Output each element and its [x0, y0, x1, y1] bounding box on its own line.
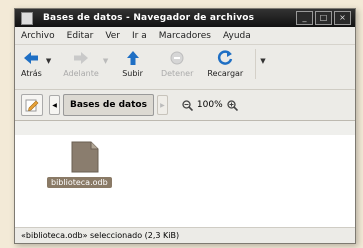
arrow-right-icon [73, 49, 89, 67]
path-right-button[interactable]: ▶ [156, 95, 168, 115]
folder-icon [21, 11, 33, 25]
menu-marcadores[interactable]: Marcadores [159, 31, 211, 41]
file-name-label[interactable]: biblioteca.odb [47, 177, 112, 188]
edit-location-button[interactable] [21, 94, 43, 116]
path-button-bases-de-datos[interactable]: Bases de datos [63, 94, 154, 116]
maximize-button[interactable]: □ [315, 11, 332, 25]
up-button[interactable]: Subir [122, 49, 143, 78]
up-label: Subir [122, 69, 143, 78]
forward-button[interactable]: Adelante [63, 49, 99, 78]
document-icon[interactable] [71, 141, 99, 173]
menu-ir-a[interactable]: Ir a [132, 31, 147, 41]
arrow-left-icon [23, 49, 39, 67]
back-button[interactable]: Atrás [21, 49, 42, 78]
stop-button[interactable]: Detener [161, 49, 193, 78]
status-bar: «biblioteca.odb» seleccionado (2,3 KiB) [15, 227, 355, 243]
stop-icon [170, 49, 184, 67]
arrow-up-icon [126, 49, 140, 67]
file-view[interactable]: biblioteca.odb [15, 135, 355, 227]
title-bar[interactable]: Bases de datos - Navegador de archivos _… [15, 9, 355, 27]
stop-label: Detener [160, 69, 194, 78]
menu-ver[interactable]: Ver [105, 31, 120, 41]
toolbar-separator [255, 49, 257, 79]
menu-ayuda[interactable]: Ayuda [223, 31, 251, 41]
toolbar-overflow-icon[interactable]: ▼ [260, 57, 265, 65]
zoom-level[interactable]: 100% [197, 100, 223, 110]
reload-label: Recargar [207, 69, 244, 78]
pencil-icon [25, 99, 39, 112]
zoom-out-icon[interactable] [182, 99, 193, 111]
location-bar: ◀ Bases de datos ▶ 100% [15, 90, 355, 121]
forward-label: Adelante [63, 69, 99, 78]
path-left-button[interactable]: ◀ [49, 95, 60, 115]
file-browser-window: Bases de datos - Navegador de archivos _… [14, 8, 356, 244]
window-title: Bases de datos - Navegador de archivos [43, 13, 255, 23]
close-button[interactable]: × [334, 11, 351, 25]
minimize-button[interactable]: _ [296, 11, 313, 25]
zoom-in-icon[interactable] [227, 99, 238, 111]
back-label: Atrás [21, 69, 42, 78]
status-text: «biblioteca.odb» seleccionado (2,3 KiB) [21, 231, 180, 240]
toolbar: Atrás ▼ Adelante ▼ Subir Detener Recarga… [15, 45, 355, 90]
forward-dropdown-icon[interactable]: ▼ [103, 57, 108, 65]
menu-editar[interactable]: Editar [67, 31, 94, 41]
zoom-control: 100% [182, 99, 238, 111]
menu-archivo[interactable]: Archivo [21, 31, 55, 41]
menu-bar: Archivo Editar Ver Ir a Marcadores Ayuda [15, 27, 355, 45]
back-dropdown-icon[interactable]: ▼ [46, 57, 51, 65]
reload-icon [217, 49, 233, 67]
reload-button[interactable]: Recargar [207, 49, 243, 78]
